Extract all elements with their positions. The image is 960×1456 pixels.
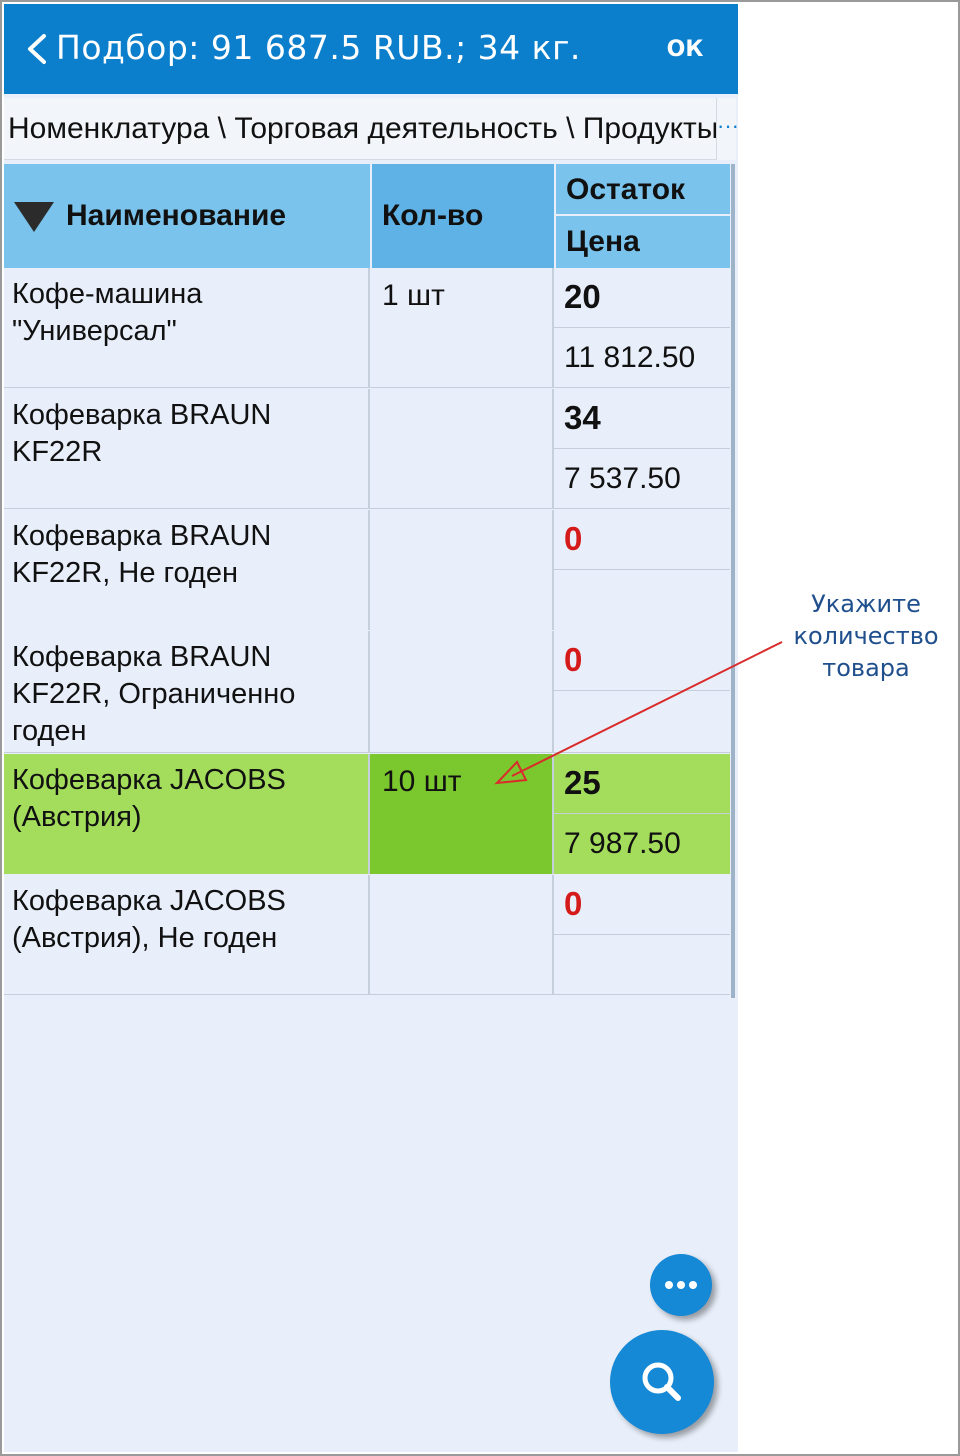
cell-stock: 34 [554, 389, 730, 449]
breadcrumb-more-button[interactable]: ··· [716, 98, 738, 160]
cell-stock: 25 [554, 754, 730, 814]
cell-qty[interactable] [370, 631, 554, 753]
callout-annotation: Укажите количество товара [778, 588, 954, 684]
cell-name[interactable]: Кофеварка JACOBS (Австрия) [4, 754, 370, 874]
item-name: Кофеварка JACOBS (Австрия) [12, 764, 286, 833]
item-qty: 1 шт [382, 279, 445, 312]
app-bar: Подбор: 91 687.5 RUB.; 34 кг. ОК [4, 4, 738, 94]
item-name: Кофеварка BRAUN KF22R [12, 399, 272, 468]
cell-name[interactable]: Кофе-машина "Универсал" [4, 268, 370, 388]
table-row[interactable]: Кофеварка JACOBS (Австрия), Не годен 0 [4, 875, 730, 995]
search-icon [642, 1362, 681, 1401]
table-row-selected[interactable]: Кофеварка JACOBS (Австрия) 10 шт 25 7 98… [4, 754, 730, 874]
column-header-price[interactable]: Цена [556, 216, 730, 268]
cell-name[interactable]: Кофеварка BRAUN KF22R, Не годен [4, 510, 370, 630]
cell-qty[interactable] [370, 389, 554, 509]
column-header-stock[interactable]: Остаток [556, 164, 730, 214]
cell-qty[interactable]: 1 шт [370, 268, 554, 388]
breadcrumb[interactable]: Номенклатура \ Торговая деятельность \ П… [4, 98, 716, 160]
cell-price: 7 987.50 [554, 814, 730, 874]
cell-name[interactable]: Кофеварка BRAUN KF22R [4, 389, 370, 509]
table-row[interactable]: Кофеварка BRAUN KF22R 34 7 537.50 [4, 389, 730, 509]
cell-price [554, 691, 730, 753]
row-divider [4, 752, 730, 753]
callout-line-2: количество [793, 622, 939, 650]
page-title: Подбор: 91 687.5 RUB.; 34 кг. [56, 28, 581, 67]
items-table: Наименование Кол-во Остаток Цена Кофе-ма… [4, 164, 734, 998]
table-row[interactable]: Кофеварка BRAUN KF22R, Ограниченно годен… [4, 631, 730, 753]
cell-stock: 0 [554, 875, 730, 935]
item-name: Кофеварка JACOBS (Австрия), Не годен [12, 885, 286, 954]
item-price: 11 812.50 [564, 341, 696, 374]
item-price: 7 987.50 [564, 827, 681, 860]
cell-price: 7 537.50 [554, 449, 730, 509]
column-header-name[interactable]: Наименование [4, 164, 370, 268]
item-qty: 10 шт [382, 765, 462, 798]
cell-qty[interactable]: 10 шт [370, 754, 554, 874]
item-stock: 0 [564, 520, 583, 557]
item-name: Кофеварка BRAUN KF22R, Не годен [12, 520, 272, 589]
search-button[interactable] [610, 1330, 714, 1434]
phone-screen: Подбор: 91 687.5 RUB.; 34 кг. ОК Номенкл… [4, 4, 738, 1452]
item-stock: 20 [564, 278, 601, 315]
item-price: 7 537.50 [564, 462, 681, 495]
cell-stock: 0 [554, 510, 730, 570]
cell-name[interactable]: Кофеварка BRAUN KF22R, Ограниченно годен [4, 631, 370, 753]
cell-name[interactable]: Кофеварка JACOBS (Австрия), Не годен [4, 875, 370, 995]
column-header-qty[interactable]: Кол-во [372, 164, 554, 268]
item-stock: 25 [564, 764, 601, 801]
column-header-price-label: Цена [566, 225, 640, 258]
cell-stock: 0 [554, 631, 730, 691]
item-stock: 0 [564, 641, 583, 678]
cell-price: 11 812.50 [554, 328, 730, 388]
more-horizontal-icon [665, 1281, 697, 1289]
column-header-stock-label: Остаток [566, 173, 686, 206]
cell-qty[interactable] [370, 875, 554, 995]
item-name: Кофе-машина "Универсал" [12, 278, 203, 347]
cell-stock: 20 [554, 268, 730, 328]
cell-price [554, 570, 730, 630]
table-row[interactable]: Кофеварка BRAUN KF22R, Не годен 0 [4, 510, 730, 630]
row-divider [4, 387, 730, 388]
column-header-name-label: Наименование [66, 199, 287, 232]
row-divider [4, 994, 730, 995]
item-name: Кофеварка BRAUN KF22R, Ограниченно годен [12, 641, 296, 747]
cell-price [554, 935, 730, 995]
item-stock: 34 [564, 399, 601, 436]
sort-descending-icon [14, 202, 54, 232]
column-header-qty-label: Кол-во [382, 199, 484, 232]
item-stock: 0 [564, 885, 583, 922]
table-row[interactable]: Кофе-машина "Универсал" 1 шт 20 11 812.5… [4, 268, 730, 388]
ok-button[interactable]: ОК [658, 32, 712, 68]
more-button[interactable] [650, 1254, 712, 1316]
callout-line-1: Укажите [811, 590, 921, 618]
callout-line-3: товара [822, 654, 910, 682]
chevron-left-icon[interactable] [24, 32, 48, 66]
row-divider [4, 508, 730, 509]
table-scrollbar[interactable] [731, 164, 735, 998]
cell-qty[interactable] [370, 510, 554, 630]
